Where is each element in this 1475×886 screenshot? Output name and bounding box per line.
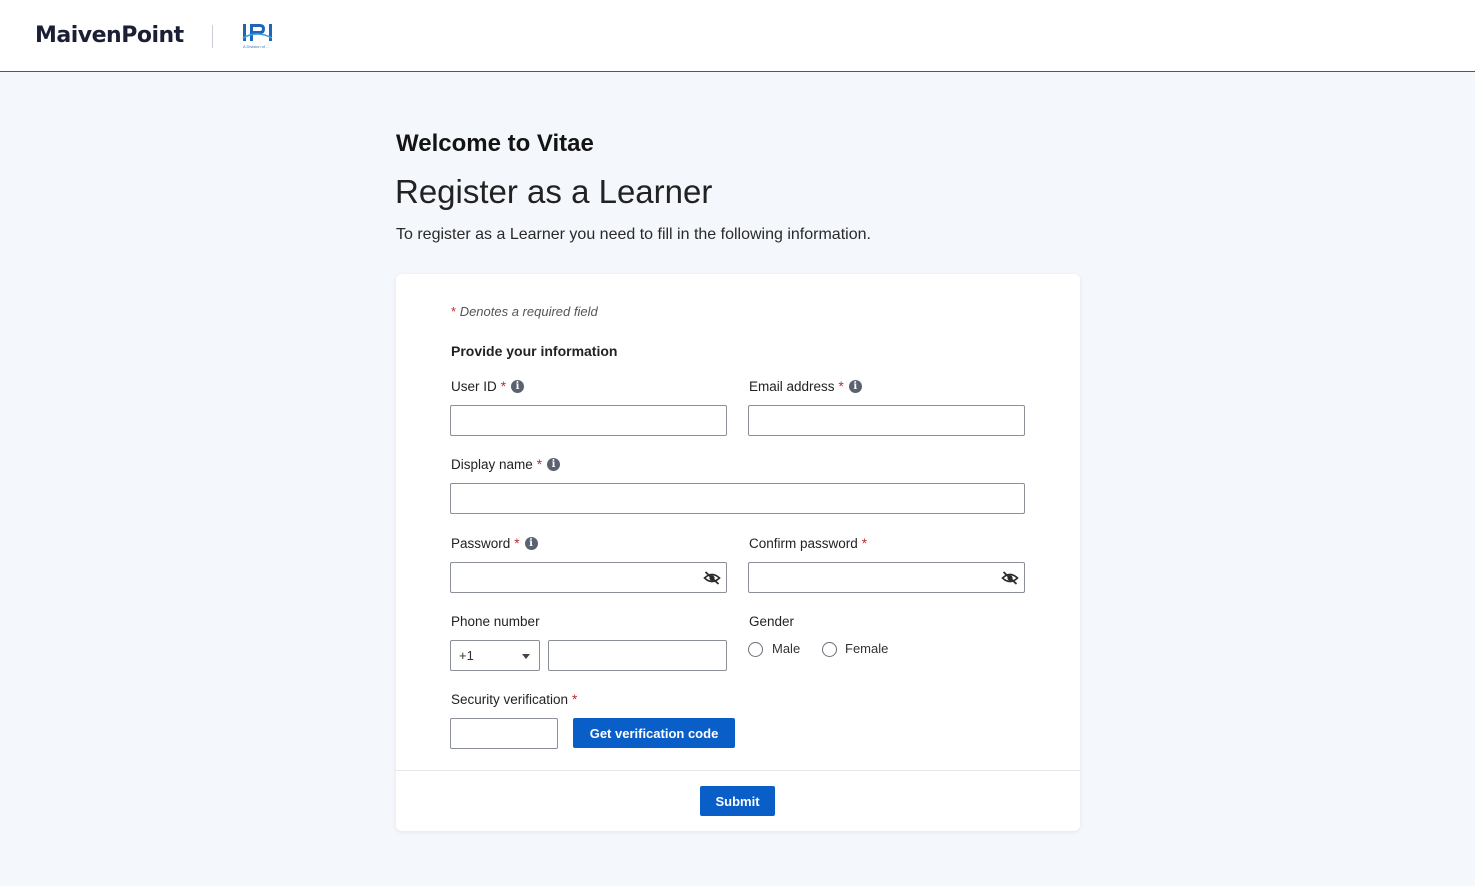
ipi-caption: A Division of ... [243, 44, 270, 49]
info-circle-icon[interactable]: i [848, 380, 862, 393]
info-circle-icon[interactable]: i [524, 537, 538, 550]
gender-label: Gender [749, 614, 794, 629]
email-input[interactable] [748, 405, 1025, 436]
security-label-text: Security verification [451, 692, 569, 707]
verification-code-input[interactable] [450, 718, 558, 749]
eye-slash-icon[interactable] [1001, 570, 1019, 586]
user-id-label-text: User ID [451, 379, 497, 394]
display-name-label-text: Display name [451, 457, 533, 472]
page-subtitle: To register as a Learner you need to fil… [396, 226, 871, 243]
phone-label: Phone number [451, 614, 540, 629]
required-star: * [451, 304, 457, 319]
country-code-select[interactable]: +1 [450, 640, 540, 671]
user-id-label: User ID * i [451, 379, 525, 394]
password-label: Password * i [451, 536, 538, 551]
display-name-label: Display name * i [451, 457, 561, 472]
info-circle-icon[interactable]: i [547, 458, 561, 471]
phone-label-text: Phone number [451, 614, 540, 629]
required-star: * [536, 457, 543, 472]
required-note-text: Denotes a required field [459, 304, 598, 319]
eye-slash-icon[interactable] [703, 570, 721, 586]
password-label-text: Password [451, 536, 511, 551]
section-title: Provide your information [451, 343, 618, 359]
confirm-password-label-text: Confirm password [749, 536, 858, 551]
gender-male-radio[interactable] [748, 642, 763, 657]
app-header: MaivenPoint A Division of ... [0, 0, 1475, 72]
required-star: * [500, 379, 507, 394]
required-star: * [861, 536, 868, 551]
info-circle-icon[interactable]: i [511, 380, 525, 393]
required-note: * Denotes a required field [451, 304, 598, 319]
card-divider [396, 770, 1080, 771]
country-code-value: +1 [459, 648, 474, 663]
logo-divider [212, 25, 213, 48]
password-input[interactable] [450, 562, 727, 593]
welcome-heading: Welcome to Vitae [396, 130, 594, 157]
email-label-text: Email address [749, 379, 835, 394]
security-label: Security verification * [451, 692, 577, 707]
confirm-password-input[interactable] [748, 562, 1025, 593]
required-star: * [514, 536, 520, 551]
gender-label-text: Gender [749, 614, 795, 629]
gender-female-label[interactable]: Female [845, 641, 888, 656]
gender-male-label[interactable]: Male [772, 641, 800, 656]
email-label: Email address * i [749, 379, 862, 394]
display-name-input[interactable] [450, 483, 1025, 514]
gender-female-radio[interactable] [822, 642, 837, 657]
confirm-password-label: Confirm password * [749, 536, 867, 551]
phone-input[interactable] [548, 640, 727, 671]
required-star: * [838, 379, 844, 394]
maivenpoint-logo[interactable]: MaivenPoint [35, 23, 184, 48]
chevron-down-icon [522, 654, 530, 659]
required-star: * [572, 692, 578, 707]
registration-card: * Denotes a required field Provide your … [396, 274, 1080, 831]
submit-button[interactable]: Submit [700, 786, 775, 816]
user-id-input[interactable] [450, 405, 727, 436]
page-title: Register as a Learner [395, 173, 713, 210]
get-verification-code-button[interactable]: Get verification code [573, 718, 735, 748]
